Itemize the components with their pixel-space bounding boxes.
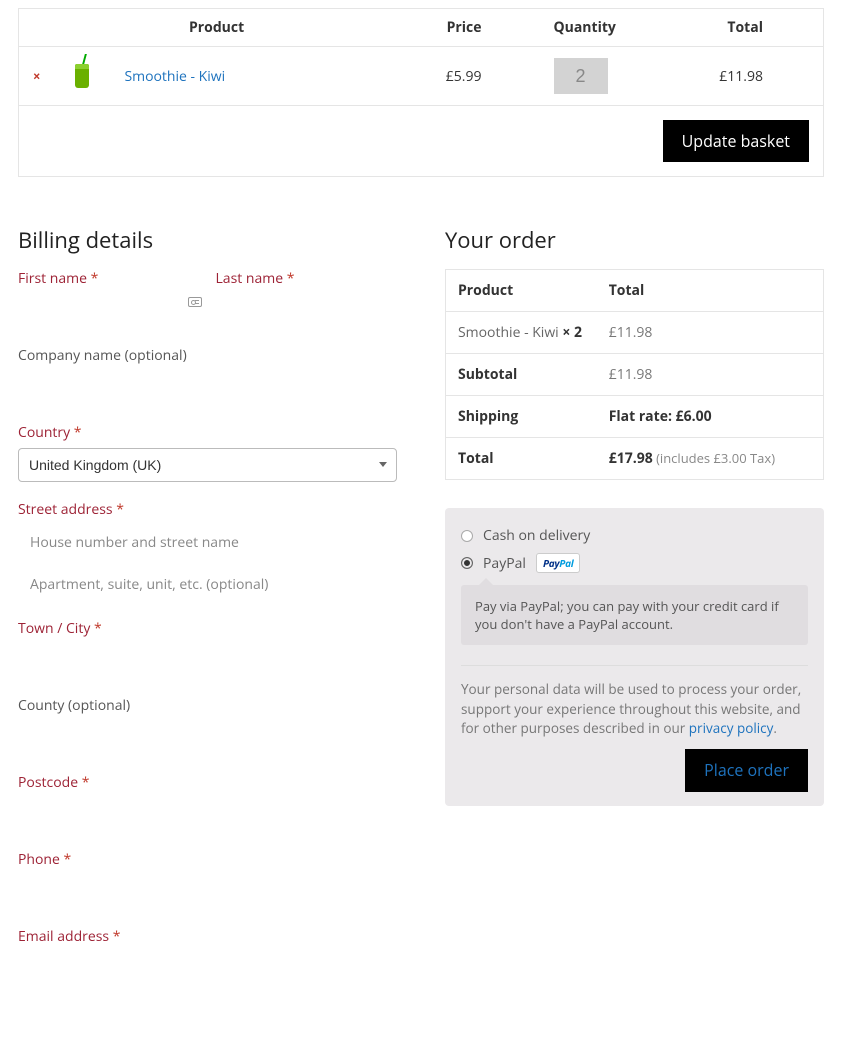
radio-icon <box>461 530 473 542</box>
radio-icon-checked <box>461 557 473 569</box>
street2-input[interactable]: Apartment, suite, unit, etc. (optional) <box>18 567 397 601</box>
phone-label: Phone * <box>18 850 397 869</box>
subtotal-label: Subtotal <box>446 354 597 396</box>
country-select-wrap: United Kingdom (UK) <box>18 448 397 482</box>
order-total-label: Total <box>446 438 597 480</box>
privacy-policy-link[interactable]: privacy policy <box>689 719 774 737</box>
city-input[interactable] <box>18 644 397 678</box>
city-label: Town / City * <box>18 619 397 638</box>
smoothie-glass-icon <box>75 64 89 88</box>
street-label: Street address * <box>18 500 397 519</box>
order-col-total: Total <box>597 270 824 312</box>
company-input[interactable] <box>18 371 397 405</box>
shipping-value: Flat rate: £6.00 <box>597 396 824 438</box>
email-label: Email address * <box>18 927 397 946</box>
pay-option-cod[interactable]: Cash on delivery <box>461 522 808 549</box>
product-name-link[interactable]: Smoothie - Kiwi <box>124 67 225 86</box>
privacy-note: Your personal data will be used to proce… <box>461 665 808 792</box>
last-name-input[interactable] <box>216 294 398 328</box>
first-name-label: First name * <box>18 269 200 288</box>
order-summary-table: Product Total Smoothie - Kiwi × 2 £11.98… <box>445 269 824 480</box>
contact-card-icon <box>188 297 202 307</box>
last-name-label: Last name * <box>216 269 398 288</box>
order-total-value-cell: £17.98 (includes £3.00 Tax) <box>597 438 824 480</box>
phone-input[interactable] <box>18 875 397 909</box>
postcode-label: Postcode * <box>18 773 397 792</box>
basket-header-total: Total <box>684 9 824 47</box>
billing-heading: Billing details <box>18 225 397 255</box>
basket-item-price: £5.99 <box>384 47 494 106</box>
basket-item-total: £11.98 <box>684 47 824 106</box>
postcode-input[interactable] <box>18 798 397 832</box>
payment-box: Cash on delivery PayPal PayPal Pay via P… <box>445 508 824 806</box>
update-basket-button[interactable]: Update basket <box>663 120 809 162</box>
email-input[interactable] <box>18 952 397 986</box>
cod-label: Cash on delivery <box>483 526 590 545</box>
place-order-button[interactable]: Place order <box>685 749 808 792</box>
order-item-name: Smoothie - Kiwi <box>458 323 562 342</box>
company-label: Company name (optional) <box>18 346 397 365</box>
order-total-value: £17.98 <box>609 449 653 468</box>
country-label: Country * <box>18 423 397 442</box>
subtotal-value: £11.98 <box>597 354 824 396</box>
first-name-field-wrap: First name * <box>18 269 200 328</box>
basket-header-price: Price <box>384 9 494 47</box>
paypal-badge-icon: PayPal <box>536 553 580 573</box>
basket-row: × Smoothie - Kiwi £5.99 £11.98 <box>19 47 824 106</box>
order-heading: Your order <box>445 225 824 255</box>
paypal-description: Pay via PayPal; you can pay with your cr… <box>461 585 808 645</box>
shipping-label: Shipping <box>446 396 597 438</box>
basket-header-product: Product <box>19 9 384 47</box>
paypal-label: PayPal <box>483 554 526 573</box>
county-label: County (optional) <box>18 696 397 715</box>
order-item-qty: × 2 <box>562 323 582 342</box>
first-name-input[interactable] <box>18 294 200 328</box>
quantity-input[interactable] <box>554 58 608 94</box>
order-tax-note: (includes £3.00 Tax) <box>653 449 775 467</box>
order-item-total: £11.98 <box>597 312 824 354</box>
product-thumbnail[interactable] <box>66 56 98 96</box>
order-col-product: Product <box>446 270 597 312</box>
basket-table: Product Price Quantity Total × Smoothie … <box>18 8 824 177</box>
street-input[interactable]: House number and street name <box>18 525 397 559</box>
country-select[interactable]: United Kingdom (UK) <box>18 448 397 482</box>
pay-option-paypal[interactable]: PayPal PayPal <box>461 549 808 577</box>
county-input[interactable] <box>18 721 397 755</box>
order-item-name-cell: Smoothie - Kiwi × 2 <box>446 312 597 354</box>
basket-header-qty: Quantity <box>494 9 684 47</box>
remove-item-icon[interactable]: × <box>33 67 40 85</box>
last-name-field-wrap: Last name * <box>216 269 398 328</box>
